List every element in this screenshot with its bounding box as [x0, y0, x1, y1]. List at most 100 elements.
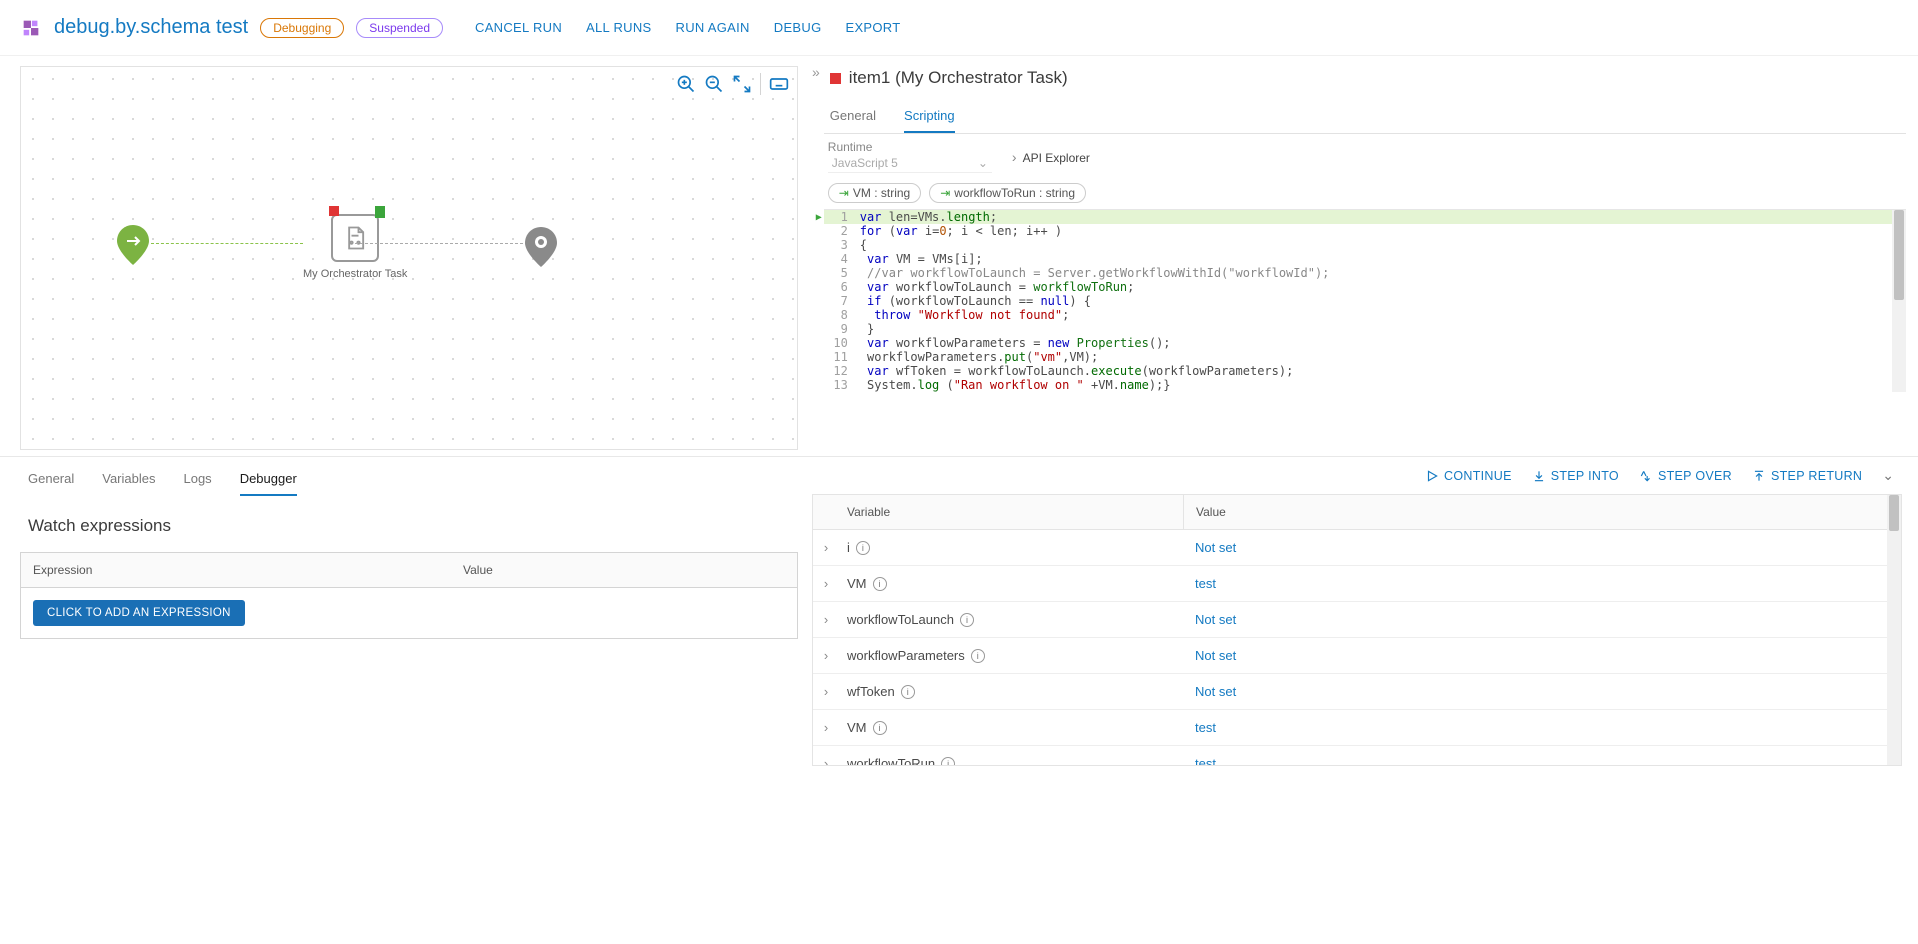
variable-row[interactable]: ›workflowToRun itest: [813, 746, 1901, 766]
variable-name: workflowToLaunch i: [839, 602, 1183, 637]
watch-table: Expression Value CLICK TO ADD AN EXPRESS…: [20, 552, 798, 639]
variable-name: workflowParameters i: [839, 638, 1183, 673]
watch-panel: General Variables Logs Debugger Watch ex…: [20, 457, 798, 766]
expand-row-icon[interactable]: ›: [813, 540, 839, 555]
status-badge-suspended: Suspended: [356, 18, 443, 38]
variable-name: VM i: [839, 710, 1183, 745]
btab-debugger[interactable]: Debugger: [240, 467, 297, 496]
variable-row[interactable]: ›workflowToLaunch iNot set: [813, 602, 1901, 638]
step-actions: CONTINUE STEP INTO STEP OVER STEP RETURN…: [812, 457, 1902, 494]
add-expression-button[interactable]: CLICK TO ADD AN EXPRESSION: [33, 600, 245, 626]
variables-table: Variable Value ›i iNot set›VM itest›work…: [812, 494, 1902, 766]
export-button[interactable]: EXPORT: [845, 20, 900, 35]
app-logo-icon: [20, 17, 42, 39]
canvas-content: My Orchestrator Task: [21, 67, 797, 449]
variable-value: Not set: [1183, 530, 1901, 565]
status-badge-debugging: Debugging: [260, 18, 344, 38]
expand-row-icon[interactable]: ›: [813, 756, 839, 766]
runtime-row: Runtime JavaScript 5 ⌄ API Explorer: [824, 134, 1906, 179]
variable-row[interactable]: ›workflowParameters iNot set: [813, 638, 1901, 674]
variables-table-head: Variable Value: [813, 495, 1901, 530]
label: STEP INTO: [1551, 469, 1619, 483]
param-label: VM : string: [853, 186, 910, 200]
watch-table-body: CLICK TO ADD AN EXPRESSION: [21, 588, 797, 638]
col-value: Value: [1183, 495, 1901, 529]
task-node[interactable]: My Orchestrator Task: [303, 214, 407, 280]
end-node[interactable]: [525, 227, 557, 267]
cancel-run-button[interactable]: CANCEL RUN: [475, 20, 562, 35]
collapse-right-icon[interactable]: »: [808, 60, 824, 450]
variable-name: i i: [839, 530, 1183, 565]
expand-row-icon[interactable]: ›: [813, 684, 839, 699]
param-pill-vm[interactable]: ⇥ VM : string: [828, 183, 921, 203]
collapse-debug-icon[interactable]: ⌄: [1882, 467, 1894, 484]
chevron-down-icon: ⌄: [978, 156, 988, 170]
top-header: debug.by.schema test Debugging Suspended…: [0, 0, 1918, 56]
tab-scripting[interactable]: Scripting: [904, 102, 955, 133]
step-over-button[interactable]: STEP OVER: [1639, 469, 1732, 483]
all-runs-button[interactable]: ALL RUNS: [586, 20, 652, 35]
breakpoint-marker-icon: [329, 206, 339, 216]
item-title: item1 (My Orchestrator Task): [849, 68, 1068, 88]
variable-value: test: [1183, 710, 1901, 745]
item-header: item1 (My Orchestrator Task): [824, 60, 1906, 102]
execution-pointer-icon: ▶: [816, 212, 822, 223]
step-return-button[interactable]: STEP RETURN: [1752, 469, 1862, 483]
info-icon[interactable]: i: [960, 613, 974, 627]
debug-panel: CONTINUE STEP INTO STEP OVER STEP RETURN…: [804, 457, 1918, 766]
info-icon[interactable]: i: [941, 757, 955, 767]
info-icon[interactable]: i: [901, 685, 915, 699]
col-value: Value: [451, 553, 797, 587]
expand-row-icon[interactable]: ›: [813, 612, 839, 627]
watch-table-head: Expression Value: [21, 553, 797, 588]
connector-2: [355, 243, 523, 244]
info-icon[interactable]: i: [856, 541, 870, 555]
variable-row[interactable]: ›VM itest: [813, 710, 1901, 746]
info-icon[interactable]: i: [873, 721, 887, 735]
connector-1: [151, 243, 303, 244]
param-pill-workflow[interactable]: ⇥workflowToRun : string: [929, 183, 1086, 203]
debug-button[interactable]: DEBUG: [774, 20, 822, 35]
label: STEP OVER: [1658, 469, 1732, 483]
variable-value: Not set: [1183, 638, 1901, 673]
label: STEP RETURN: [1771, 469, 1862, 483]
expand-row-icon[interactable]: ›: [813, 576, 839, 591]
watch-heading: Watch expressions: [20, 500, 798, 552]
tab-general[interactable]: General: [830, 102, 876, 133]
variable-name: wfToken i: [839, 674, 1183, 709]
input-arrow-icon: ⇥: [839, 186, 849, 200]
variable-row[interactable]: ›i iNot set: [813, 530, 1901, 566]
variable-name: VM i: [839, 566, 1183, 601]
code-editor[interactable]: ▶ 1var len=VMs.length; 2for (var i=0; i …: [824, 209, 1906, 392]
btab-logs[interactable]: Logs: [183, 467, 211, 496]
bottom-tabs: General Variables Logs Debugger: [20, 461, 305, 496]
info-icon[interactable]: i: [971, 649, 985, 663]
top-actions: CANCEL RUN ALL RUNS RUN AGAIN DEBUG EXPO…: [475, 20, 901, 35]
runtime-value: JavaScript 5: [832, 156, 898, 170]
expand-row-icon[interactable]: ›: [813, 720, 839, 735]
running-marker-icon: [375, 206, 381, 218]
param-pills: ⇥ VM : string ⇥workflowToRun : string: [824, 179, 1906, 209]
runtime-label: Runtime: [828, 140, 992, 154]
run-again-button[interactable]: RUN AGAIN: [676, 20, 750, 35]
code-scrollbar[interactable]: [1892, 210, 1906, 392]
continue-button[interactable]: CONTINUE: [1425, 469, 1512, 483]
variable-value: test: [1183, 566, 1901, 601]
expand-row-icon[interactable]: ›: [813, 648, 839, 663]
detail-tabs: General Scripting: [824, 102, 1906, 134]
variable-value: Not set: [1183, 674, 1901, 709]
api-explorer-link[interactable]: API Explorer: [1012, 149, 1090, 165]
variable-row[interactable]: ›VM itest: [813, 566, 1901, 602]
param-label: workflowToRun : string: [954, 186, 1075, 200]
variable-row[interactable]: ›wfToken iNot set: [813, 674, 1901, 710]
step-into-button[interactable]: STEP INTO: [1532, 469, 1619, 483]
variables-scrollbar[interactable]: [1887, 495, 1901, 765]
btab-general[interactable]: General: [28, 467, 74, 496]
btab-variables[interactable]: Variables: [102, 467, 155, 496]
runtime-select[interactable]: JavaScript 5 ⌄: [828, 154, 992, 173]
col-expression: Expression: [21, 553, 451, 587]
info-icon[interactable]: i: [873, 577, 887, 591]
workflow-canvas[interactable]: My Orchestrator Task: [20, 66, 798, 450]
workflow-title: debug.by.schema test: [54, 16, 248, 39]
start-node[interactable]: [117, 225, 149, 265]
